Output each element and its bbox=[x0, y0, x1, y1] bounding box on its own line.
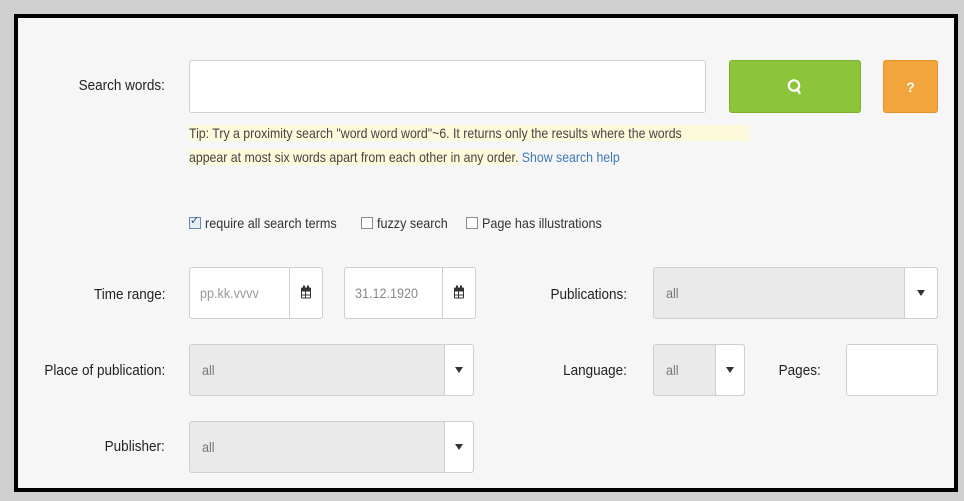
search-words-label: Search words: bbox=[78, 77, 165, 94]
time-range-start-calendar-button[interactable] bbox=[289, 268, 322, 318]
time-range-start-placeholder: pp.kk.vvvv bbox=[200, 285, 259, 301]
publications-label: Publications: bbox=[550, 286, 627, 303]
publications-dropdown-button[interactable] bbox=[904, 268, 937, 318]
publisher-select[interactable]: all bbox=[189, 421, 474, 473]
publisher-value: all bbox=[202, 439, 215, 455]
place-of-publication-select[interactable]: all bbox=[189, 344, 474, 396]
help-label: ? bbox=[906, 78, 915, 95]
chevron-down-icon bbox=[917, 290, 925, 296]
pages-label: Pages: bbox=[778, 362, 821, 379]
publications-select[interactable]: all bbox=[653, 267, 938, 319]
require-all-terms-checkbox[interactable] bbox=[189, 214, 201, 229]
tip-text-line1: Tip: Try a proximity search "word word w… bbox=[189, 125, 682, 141]
tip-text-line2: appear at most six words apart from each… bbox=[189, 149, 519, 165]
publications-value: all bbox=[666, 285, 679, 301]
calendar-icon bbox=[454, 285, 464, 299]
language-label: Language: bbox=[563, 362, 627, 379]
chevron-down-icon bbox=[726, 367, 734, 373]
fuzzy-search-checkbox[interactable] bbox=[361, 217, 374, 229]
language-dropdown-button[interactable] bbox=[715, 345, 744, 395]
option-page-has-illustrations[interactable]: Page has illustrations bbox=[465, 215, 615, 231]
language-select[interactable]: all bbox=[653, 344, 745, 396]
pages-input[interactable] bbox=[846, 344, 938, 396]
calendar-icon bbox=[301, 285, 311, 299]
search-tip: Tip: Try a proximity search "word word w… bbox=[189, 121, 749, 169]
search-input[interactable] bbox=[189, 60, 706, 113]
option-require-all-terms[interactable]: require all search terms bbox=[189, 214, 351, 231]
require-all-terms-label: require all search terms bbox=[205, 215, 337, 231]
show-search-help-link[interactable]: Show search help bbox=[522, 149, 620, 165]
page-has-illustrations-label: Page has illustrations bbox=[481, 215, 602, 231]
publisher-label: Publisher: bbox=[104, 438, 165, 455]
time-range-start-input[interactable]: pp.kk.vvvv bbox=[189, 267, 323, 319]
search-button[interactable] bbox=[729, 60, 861, 113]
time-range-label: Time range: bbox=[93, 286, 165, 303]
tip-highlight-line1: Tip: Try a proximity search "word word w… bbox=[189, 125, 749, 141]
place-of-publication-value: all bbox=[202, 362, 215, 378]
option-fuzzy-search[interactable]: fuzzy search bbox=[361, 215, 456, 231]
language-value: all bbox=[666, 362, 679, 378]
chevron-down-icon bbox=[455, 444, 463, 450]
publisher-dropdown-button[interactable] bbox=[444, 422, 473, 472]
time-range-end-calendar-button[interactable] bbox=[442, 268, 475, 318]
time-range-end-input[interactable]: 31.12.1920 bbox=[344, 267, 476, 319]
help-button[interactable]: ? bbox=[883, 60, 938, 113]
place-of-publication-dropdown-button[interactable] bbox=[444, 345, 473, 395]
chevron-down-icon bbox=[455, 367, 463, 373]
fuzzy-search-label: fuzzy search bbox=[377, 215, 449, 231]
place-of-publication-label: Place of publication: bbox=[44, 362, 165, 379]
page-has-illustrations-checkbox[interactable] bbox=[465, 217, 478, 229]
search-options: require all search terms fuzzy search Pa… bbox=[189, 214, 627, 231]
time-range-end-value: 31.12.1920 bbox=[355, 285, 419, 301]
search-icon bbox=[787, 78, 801, 94]
